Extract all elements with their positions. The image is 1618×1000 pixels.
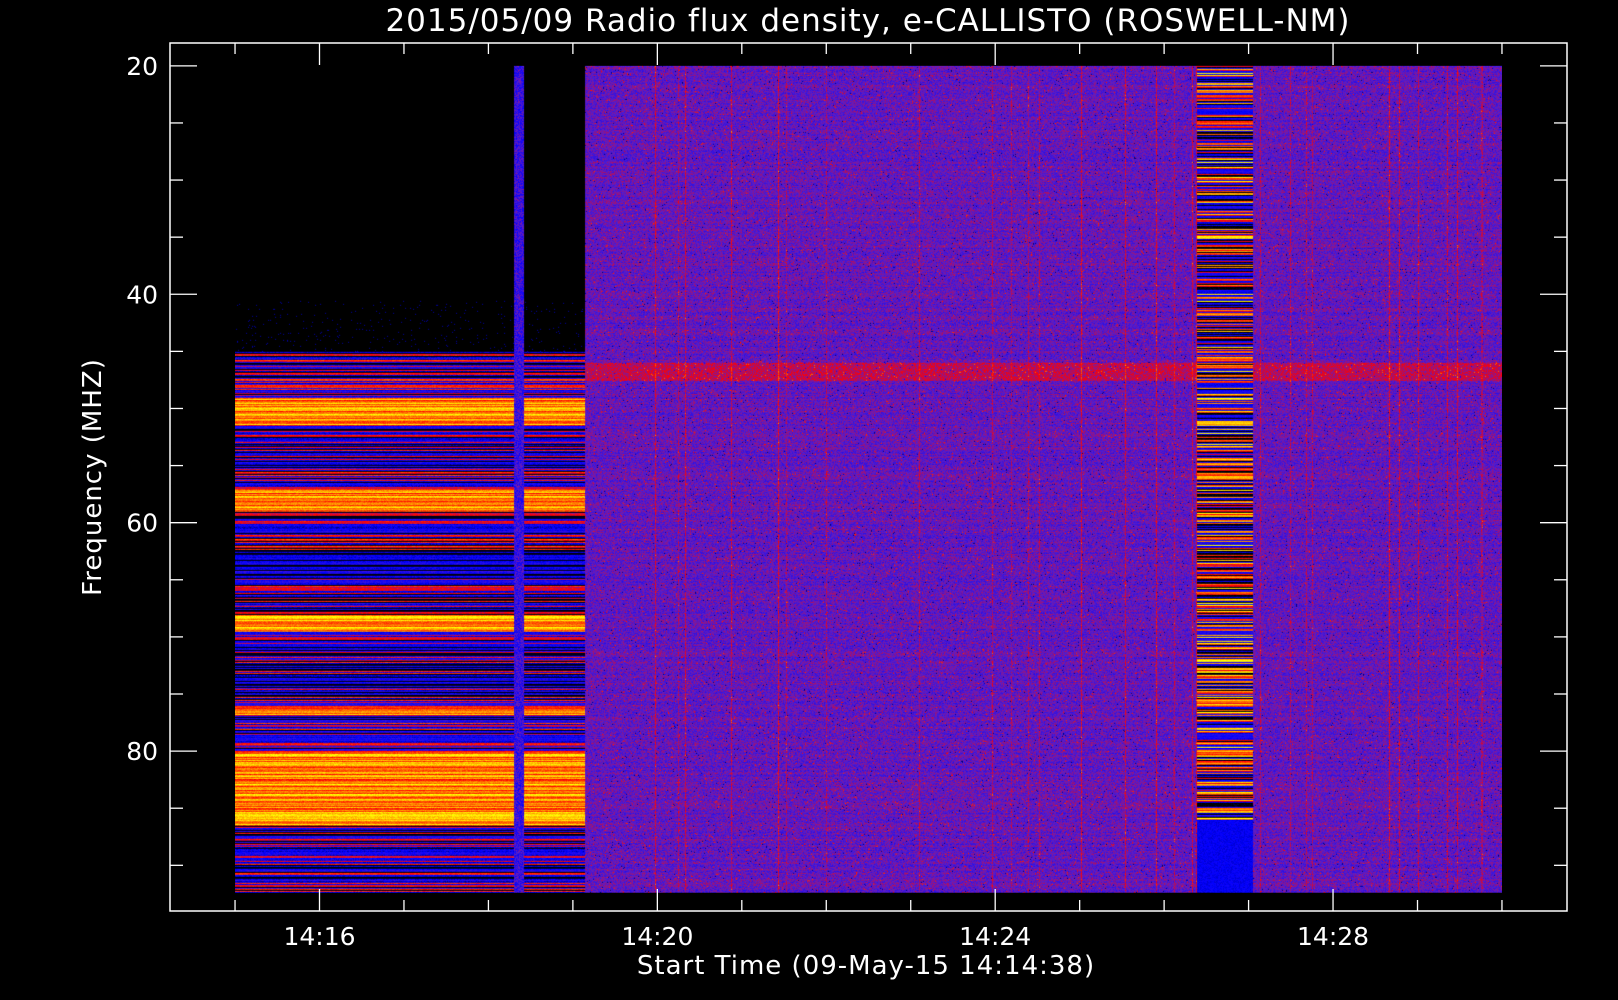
y-axis-label: Frequency (MHZ) — [78, 358, 108, 596]
y-tick-label: 40 — [126, 280, 158, 309]
y-tick-label: 20 — [126, 52, 158, 81]
spectrogram-chart: 2015/05/09 Radio flux density, e-CALLIST… — [0, 0, 1618, 1000]
y-tick-label: 80 — [126, 737, 158, 766]
chart-title: 2015/05/09 Radio flux density, e-CALLIST… — [385, 3, 1350, 39]
x-tick-label: 14:16 — [283, 922, 355, 951]
spectrogram-image — [235, 65, 1502, 893]
x-tick-label: 14:20 — [621, 922, 693, 951]
y-tick-label: 60 — [126, 509, 158, 538]
x-tick-label: 14:24 — [959, 922, 1031, 951]
x-tick-label: 14:28 — [1297, 922, 1369, 951]
x-axis-label: Start Time (09-May-15 14:14:38) — [637, 951, 1095, 981]
spectrogram-raster — [235, 65, 1502, 893]
